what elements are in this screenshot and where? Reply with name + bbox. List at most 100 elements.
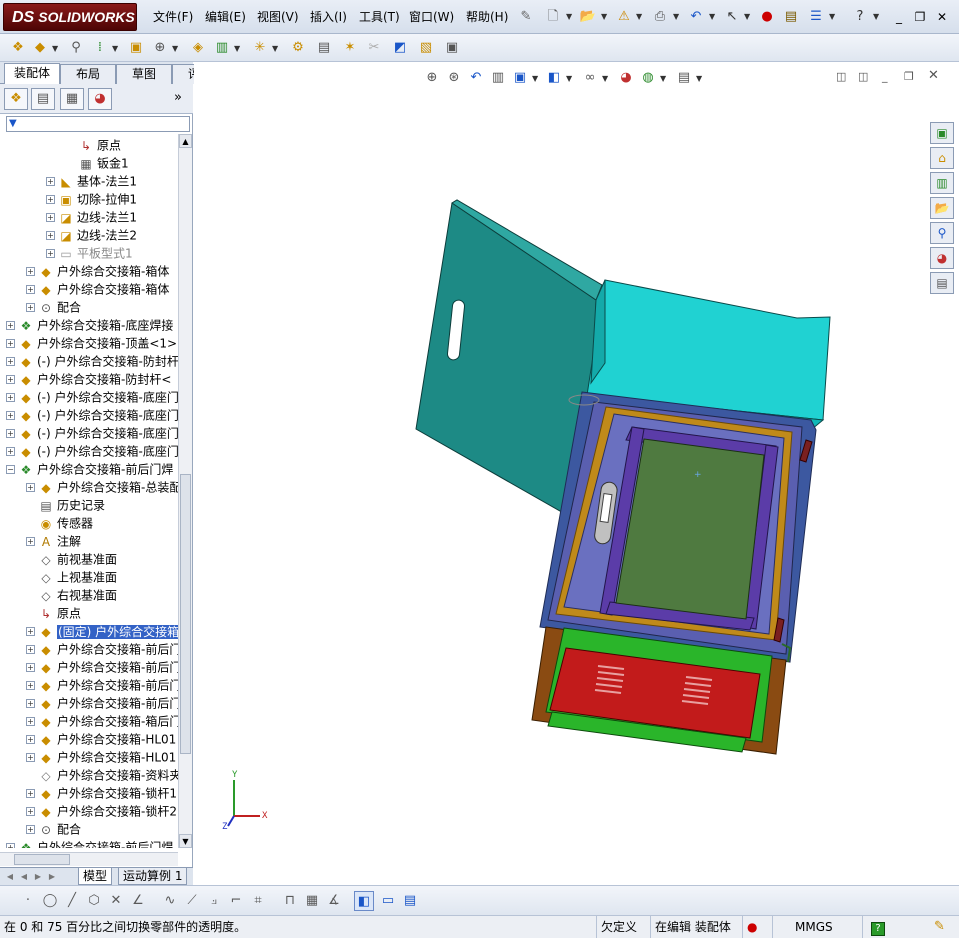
tree-node[interactable]: + A 注解 xyxy=(26,532,81,550)
tree-filter[interactable]: ▼ xyxy=(6,116,190,132)
scroll-thumb[interactable] xyxy=(180,474,191,754)
linear-pattern-icon[interactable]: ⁞ xyxy=(90,38,110,58)
line-icon[interactable]: ╱ xyxy=(62,891,82,911)
menu-view[interactable]: 视图(V) xyxy=(253,6,303,28)
smart-dimension-icon[interactable]: ⊓ xyxy=(280,891,300,911)
tree-node[interactable]: + ◆ (-) 户外综合交接箱-底座门 xyxy=(6,388,178,406)
bill-of-materials-icon[interactable]: ▤ xyxy=(314,38,334,58)
tree-horizontal-scrollbar[interactable] xyxy=(0,852,178,866)
circle-icon[interactable]: ◯ xyxy=(40,891,60,911)
parallelogram-icon[interactable]: ⌗ xyxy=(248,891,268,911)
tree-node[interactable]: + ◆ 户外综合交接箱-HL01 xyxy=(26,748,176,766)
undo-dropdown-icon[interactable]: ▼ xyxy=(709,12,715,21)
tree-node[interactable]: − ❖ 户外综合交接箱-前后门焊 xyxy=(6,460,173,478)
transparency-toggle-icon[interactable]: ◧ xyxy=(354,891,374,911)
tree-node[interactable]: + ◆ 户外综合交接箱-锁杆1 xyxy=(26,784,177,802)
tree-node[interactable]: + ◪ 边线-法兰2 xyxy=(46,226,137,244)
assembly-features-icon[interactable]: ▥ xyxy=(212,38,232,58)
expand-toggle-icon[interactable]: − xyxy=(6,465,15,474)
cabinet-body[interactable]: + xyxy=(539,391,817,663)
show-hidden-icon[interactable]: ◈ xyxy=(188,38,208,58)
expand-toggle-icon[interactable]: + xyxy=(6,321,15,330)
tree-node[interactable]: + ◣ 基体-法兰1 xyxy=(46,172,137,190)
tree-node[interactable]: + ◆ (固定) 户外综合交接箱 xyxy=(26,622,178,640)
new-dropdown-icon[interactable]: ▼ xyxy=(566,12,572,21)
tree-node[interactable]: + ◆ 户外综合交接箱-前后门 xyxy=(26,676,178,694)
tree-node[interactable]: + ◆ (-) 户外综合交接箱-底座门 xyxy=(6,406,178,424)
expand-toggle-icon[interactable]: + xyxy=(6,843,15,848)
open-icon[interactable]: 📂 xyxy=(578,7,598,27)
tree-node[interactable]: + ❖ 户外综合交接箱-底座焊接 xyxy=(6,316,173,334)
traffic-light-icon[interactable]: ● xyxy=(757,7,777,27)
expand-toggle-icon[interactable]: + xyxy=(26,735,35,744)
tab-model[interactable]: 模型 xyxy=(78,868,113,885)
point-icon[interactable]: · xyxy=(18,891,38,911)
expand-toggle-icon[interactable]: + xyxy=(26,627,35,636)
expand-toggle-icon[interactable]: + xyxy=(26,645,35,654)
expand-toggle-icon[interactable]: + xyxy=(26,267,35,276)
solidworks-logo[interactable]: DS SOLIDWORKS xyxy=(3,3,137,31)
tree-node[interactable]: + ◆ (-) 户外综合交接箱-防封杆 xyxy=(6,352,178,370)
rebuild-status-icon[interactable]: ● xyxy=(742,916,770,938)
new-document-icon[interactable]: 🗋 xyxy=(543,7,563,27)
expand-toggle-icon[interactable]: + xyxy=(6,375,15,384)
tree-node[interactable]: + ▭ 平板型式1 xyxy=(46,244,133,262)
expand-toggle-icon[interactable]: + xyxy=(6,411,15,420)
expand-toggle-icon[interactable]: + xyxy=(46,231,55,240)
tree-node[interactable]: + ◆ 户外综合交接箱-顶盖<1> xyxy=(6,334,177,352)
tree-node[interactable]: ◇ 户外综合交接箱-资料夹 xyxy=(26,766,178,784)
expand-toggle-icon[interactable]: + xyxy=(26,789,35,798)
graphics-area[interactable]: ⊕ ⊛ ↶ ▥ ▣ ▼ ◧ ▼ ∞ ▼ ◕ ◍ ▼ ▤ ▼ ◫ ◫ _ ❐ ✕ … xyxy=(194,62,959,885)
tab-layout[interactable]: 布局 xyxy=(60,64,116,84)
centerline-icon[interactable]: ∠ xyxy=(128,891,148,911)
expand-toggle-icon[interactable]: + xyxy=(6,357,15,366)
select-cursor-icon[interactable]: ↖ xyxy=(722,7,742,27)
insert-component-icon[interactable]: ❖ xyxy=(8,38,28,58)
minimize-icon[interactable]: _ xyxy=(890,8,908,26)
tab-motion-study[interactable]: 运动算例 1 xyxy=(118,868,188,885)
tree-node[interactable]: + ◆ 户外综合交接箱-防封杆< xyxy=(6,370,171,388)
corner-rectangle-icon[interactable]: ⌐ xyxy=(226,891,246,911)
table-icon[interactable]: ▤ xyxy=(400,891,420,911)
tab-sketch[interactable]: 草图 xyxy=(116,64,172,84)
expand-toggle-icon[interactable]: + xyxy=(26,699,35,708)
pin-icon[interactable]: ✎ xyxy=(516,7,536,27)
file-properties-icon[interactable]: ▤ xyxy=(781,7,801,27)
angle-icon[interactable]: ∡ xyxy=(324,891,344,911)
reference-geometry-icon[interactable]: ✳ xyxy=(250,38,270,58)
menu-help[interactable]: 帮助(H) xyxy=(462,6,512,28)
expand-toggle-icon[interactable]: + xyxy=(26,537,35,546)
help-icon[interactable]: ? xyxy=(850,7,870,27)
close-icon[interactable]: ✕ xyxy=(933,8,951,26)
expand-toggle-icon[interactable]: + xyxy=(46,213,55,222)
expand-toggle-icon[interactable]: + xyxy=(26,753,35,762)
status-units[interactable]: MMGS xyxy=(772,916,860,938)
tree-node[interactable]: + ◆ 户外综合交接箱-箱后门 xyxy=(26,712,178,730)
hscroll-thumb[interactable] xyxy=(14,854,70,865)
notification-icon[interactable]: ✎ xyxy=(934,916,945,938)
tree-node[interactable]: + ◆ 户外综合交接箱-锁杆2 xyxy=(26,802,177,820)
tree-node[interactable]: ◇ 前视基准面 xyxy=(26,550,117,568)
shaded-icon[interactable]: ▭ xyxy=(378,891,398,911)
insert-dropdown-icon[interactable]: ▼ xyxy=(52,44,58,53)
instant3d-icon[interactable]: ▧ xyxy=(416,38,436,58)
tree-node[interactable]: + ❖ 户外综合交接箱-前后门焊 xyxy=(6,838,173,848)
smart-fasteners-icon[interactable]: ▣ xyxy=(126,38,146,58)
tree-node[interactable]: + ◆ 户外综合交接箱-前后门 xyxy=(26,658,178,676)
offset-icon[interactable]: ⟓ xyxy=(204,891,224,911)
displaymanager-tab-icon[interactable]: ◕ xyxy=(88,88,112,110)
open-dropdown-icon[interactable]: ▼ xyxy=(601,12,607,21)
expand-toggle-icon[interactable]: + xyxy=(6,429,15,438)
trim-icon[interactable]: ✕ xyxy=(106,891,126,911)
expand-toggle-icon[interactable]: + xyxy=(26,681,35,690)
tree-node[interactable]: ◇ 右视基准面 xyxy=(26,586,117,604)
new-motion-study-icon[interactable]: ⚙ xyxy=(288,38,308,58)
tree-node[interactable]: + ◪ 边线-法兰1 xyxy=(46,208,137,226)
status-help-icon[interactable]: ? xyxy=(871,922,885,936)
tree-node[interactable]: ◉ 传感器 xyxy=(26,514,93,532)
convert-entities-icon[interactable]: ⟋ xyxy=(182,891,202,911)
move-dropdown-icon[interactable]: ▼ xyxy=(172,44,178,53)
menu-window[interactable]: 窗口(W) xyxy=(405,6,458,28)
tree-node[interactable]: ▦ 钣金1 xyxy=(66,154,128,172)
menu-tools[interactable]: 工具(T) xyxy=(355,6,404,28)
